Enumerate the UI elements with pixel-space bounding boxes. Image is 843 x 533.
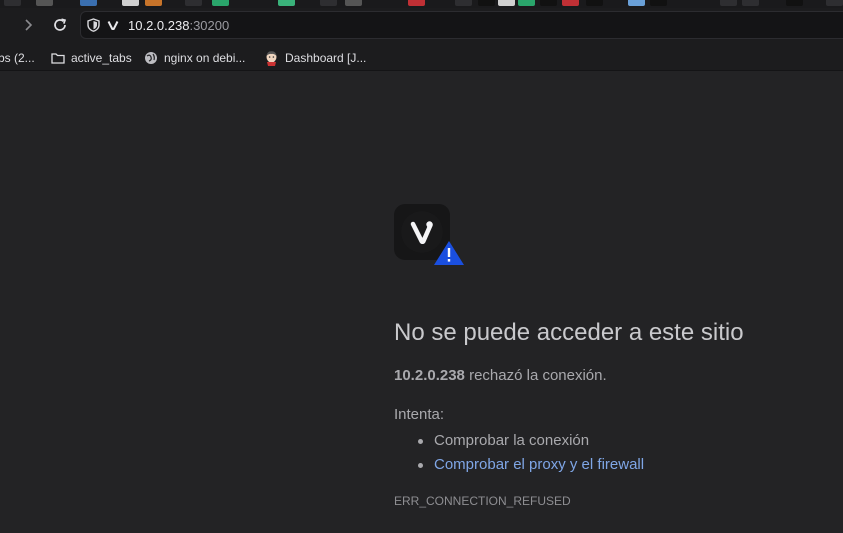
tab[interactable]	[786, 0, 803, 6]
jenkins-icon	[266, 51, 277, 66]
tab[interactable]	[498, 0, 515, 6]
tab[interactable]	[278, 0, 295, 6]
tab[interactable]	[80, 0, 97, 6]
folder-icon	[51, 53, 65, 64]
tab[interactable]	[145, 0, 162, 6]
url-input[interactable]: 10.2.0.238:30200	[80, 11, 843, 39]
tab[interactable]	[408, 0, 425, 6]
tab[interactable]	[4, 0, 21, 6]
bookmark-item-nginx[interactable]: nginx on debi...	[144, 49, 245, 65]
tab[interactable]	[742, 0, 759, 6]
bookmark-folder-active-tabs[interactable]: active_tabs	[51, 49, 132, 65]
globe-icon	[145, 51, 157, 64]
try-label: Intenta:	[394, 406, 445, 423]
address-toolbar: 10.2.0.238:30200	[0, 8, 843, 42]
bookmarks-bar: bs (2... active_tabs nginx on debi... Da…	[0, 42, 843, 71]
error-page: No se puede acceder a este sitio 10.2.0.…	[0, 71, 843, 533]
reload-button[interactable]	[51, 16, 69, 34]
forward-button[interactable]	[19, 16, 37, 34]
suggestion-check-proxy-firewall-link[interactable]: Comprobar el proxy y el firewall	[394, 453, 644, 477]
tab[interactable]	[478, 0, 495, 6]
tab[interactable]	[628, 0, 645, 6]
tab[interactable]	[455, 0, 472, 6]
tab[interactable]	[518, 0, 535, 6]
suggestions-list: Comprobar la conexión Comprobar el proxy…	[394, 429, 644, 477]
tab[interactable]	[826, 0, 843, 6]
error-host: 10.2.0.238	[394, 367, 465, 384]
url-host: 10.2.0.238	[128, 18, 190, 33]
tab[interactable]	[212, 0, 229, 6]
bookmark-label: bs (2...	[0, 50, 35, 65]
bookmark-label: Dashboard [J...	[285, 50, 367, 65]
bookmark-label: active_tabs	[71, 50, 132, 65]
tab[interactable]	[650, 0, 667, 6]
tab[interactable]	[345, 0, 362, 6]
error-code: ERR_CONNECTION_REFUSED	[394, 494, 571, 508]
suggestion-check-connection: Comprobar la conexión	[394, 429, 644, 453]
vivaldi-error-icon	[394, 204, 464, 265]
shield-icon[interactable]	[87, 18, 100, 32]
tab[interactable]	[720, 0, 737, 6]
chevron-right-icon	[25, 19, 33, 31]
tab[interactable]	[185, 0, 202, 6]
tab[interactable]	[540, 0, 557, 6]
url-text: 10.2.0.238:30200	[128, 18, 229, 33]
tab[interactable]	[586, 0, 603, 6]
tab-strip	[0, 0, 843, 8]
tab[interactable]	[562, 0, 579, 6]
bookmark-item[interactable]: bs (2...	[0, 49, 35, 65]
bookmark-label: nginx on debi...	[164, 50, 246, 65]
error-message-text: rechazó la conexión.	[464, 367, 607, 384]
error-title: No se puede acceder a este sitio	[394, 319, 744, 346]
reload-icon	[54, 18, 67, 31]
vivaldi-logo-icon	[107, 21, 119, 30]
tab[interactable]	[36, 0, 53, 6]
tab[interactable]	[122, 0, 139, 6]
bookmark-item-dashboard[interactable]: Dashboard [J...	[264, 49, 367, 66]
url-port: :30200	[189, 18, 230, 33]
error-message: 10.2.0.238 rechazó la conexión.	[394, 367, 607, 384]
tab[interactable]	[320, 0, 337, 6]
